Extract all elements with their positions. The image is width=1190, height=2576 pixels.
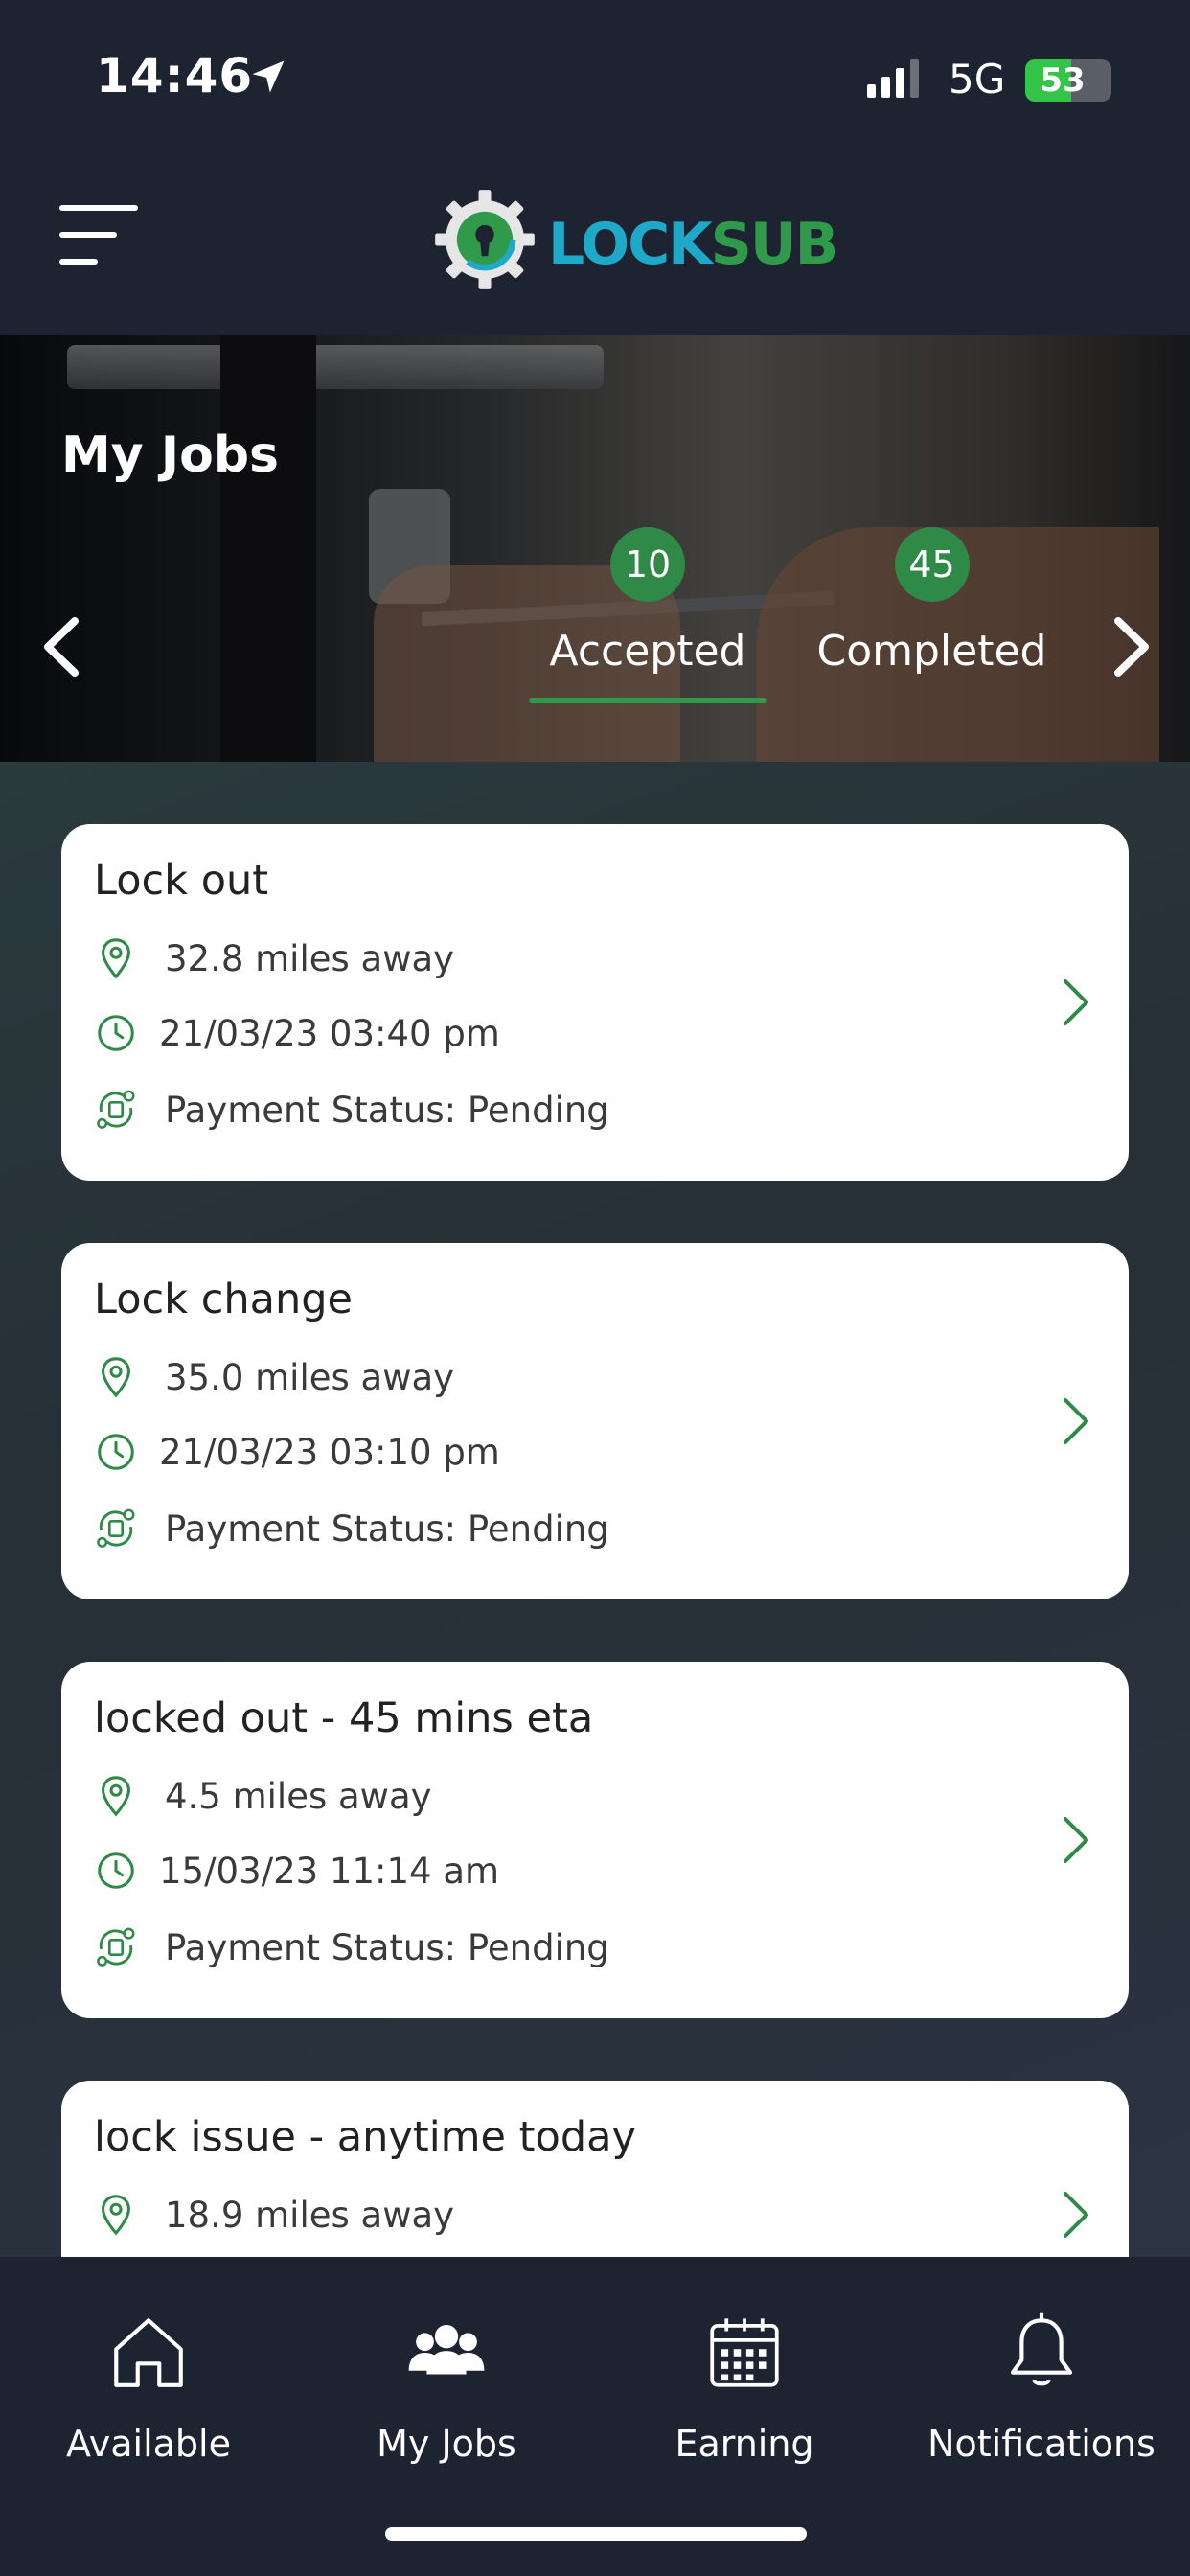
locksub-logo: LOCKSUB: [433, 182, 838, 297]
calendar-icon: [710, 2318, 779, 2387]
job-title: lock issue - anytime today: [94, 2113, 636, 2161]
payment-status-icon: [97, 1090, 135, 1129]
chevron-right-icon[interactable]: [1107, 613, 1155, 680]
job-card[interactable]: lock issue - anytime today 18.9 miles aw…: [61, 2081, 1129, 2257]
job-distance-row: 4.5 miles away: [94, 1767, 432, 1825]
job-card[interactable]: locked out - 45 mins eta 4.5 miles away …: [61, 1662, 1129, 2018]
job-distance: 32.8 miles away: [165, 937, 455, 979]
my-jobs-banner: My Jobs 10 Accepted 45 Completed: [0, 335, 1190, 762]
location-pin-icon: [102, 938, 130, 979]
chevron-right-icon: [1064, 979, 1088, 1025]
app-header: LOCKSUB: [0, 163, 1190, 335]
tab-completed-count: 45: [894, 527, 970, 602]
job-distance: 18.9 miles away: [165, 2194, 455, 2236]
location-arrow-icon: [252, 60, 285, 93]
location-pin-icon: [102, 1357, 130, 1398]
hamburger-menu-icon[interactable]: [59, 205, 138, 268]
logo-text: LOCKSUB: [548, 211, 838, 278]
tab-accepted-label: Accepted: [549, 627, 746, 676]
clock-icon: [98, 1015, 134, 1051]
job-payment-row: Payment Status: Pending: [94, 1500, 609, 1557]
battery-percent: 53: [1040, 61, 1086, 100]
job-datetime-row: 21/03/23 03:40 pm: [94, 1004, 500, 1062]
chevron-left-icon[interactable]: [38, 613, 86, 680]
nav-label: Notifications: [927, 2423, 1156, 2465]
job-datetime: 21/03/23 03:40 pm: [159, 1012, 500, 1054]
job-datetime: 21/03/23 03:10 pm: [159, 1431, 500, 1473]
location-pin-icon: [102, 1776, 130, 1817]
job-distance: 4.5 miles away: [165, 1775, 432, 1817]
chevron-right-icon: [1064, 2192, 1088, 2238]
nav-label: Available: [65, 2423, 231, 2465]
nav-label: Earning: [675, 2423, 814, 2465]
job-datetime-row: 15/03/23 11:14 am: [94, 1842, 499, 1899]
job-distance-row: 18.9 miles away: [94, 2186, 454, 2243]
bell-icon: [1010, 2312, 1073, 2386]
tab-completed[interactable]: 45 Completed: [805, 527, 1059, 728]
tab-completed-label: Completed: [816, 627, 1047, 676]
nav-item-available[interactable]: Available: [5, 2310, 292, 2501]
job-payment-row: Payment Status: Pending: [94, 1081, 609, 1138]
payment-status-icon: [97, 1508, 135, 1548]
job-title: Lock out: [94, 857, 269, 905]
job-card[interactable]: Lock change 35.0 miles away 21/03/23 03:…: [61, 1243, 1129, 1599]
tab-accepted-count: 10: [610, 527, 685, 602]
job-datetime: 15/03/23 11:14 am: [159, 1850, 500, 1892]
chevron-right-icon: [1064, 1398, 1088, 1444]
nav-label: My Jobs: [377, 2423, 516, 2465]
home-indicator: [385, 2527, 807, 2541]
home-icon: [114, 2318, 183, 2387]
page-title: My Jobs: [61, 426, 279, 484]
job-payment-status: Payment Status: Pending: [165, 1507, 609, 1550]
network-type: 5G: [949, 56, 1006, 103]
job-payment-status: Payment Status: Pending: [165, 1926, 609, 1968]
gear-keyhole-logo-icon: [435, 190, 535, 289]
signal-bars-icon: [867, 59, 919, 98]
clock-icon: [98, 1852, 134, 1889]
clock-icon: [98, 1434, 134, 1470]
job-title: Lock change: [94, 1276, 353, 1323]
nav-item-my-jobs[interactable]: My Jobs: [303, 2310, 590, 2501]
job-distance: 35.0 miles away: [165, 1356, 455, 1398]
chevron-right-icon: [1064, 1817, 1088, 1863]
job-list: Lock out 32.8 miles away 21/03/23 03:40 …: [0, 762, 1190, 2257]
job-distance-row: 35.0 miles away: [94, 1348, 454, 1406]
job-title: locked out - 45 mins eta: [94, 1694, 594, 1742]
battery-indicator: 53: [1025, 59, 1111, 102]
location-pin-icon: [102, 2195, 130, 2236]
job-card[interactable]: Lock out 32.8 miles away 21/03/23 03:40 …: [61, 824, 1129, 1181]
status-bar: 14:46 5G 53: [0, 0, 1190, 163]
job-distance-row: 32.8 miles away: [94, 930, 454, 987]
job-datetime-row: 21/03/23 03:10 pm: [94, 1423, 500, 1481]
nav-item-notifications[interactable]: Notifications: [898, 2310, 1185, 2501]
status-time: 14:46: [96, 48, 254, 104]
job-payment-row: Payment Status: Pending: [94, 1919, 609, 1976]
active-tab-indicator: [529, 698, 767, 703]
job-payment-status: Payment Status: Pending: [165, 1089, 609, 1131]
nav-item-earning[interactable]: Earning: [601, 2310, 888, 2501]
group-people-icon: [408, 2324, 485, 2375]
payment-status-icon: [97, 1927, 135, 1966]
